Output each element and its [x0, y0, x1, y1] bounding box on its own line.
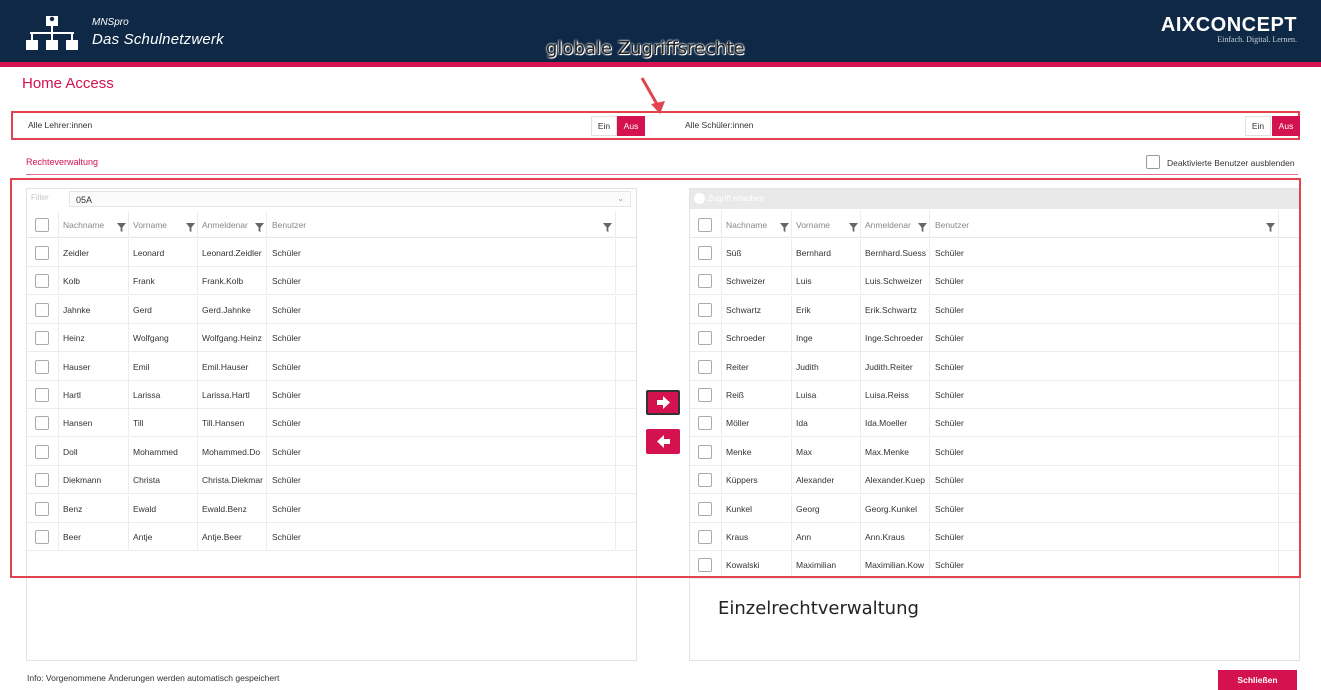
annotation-global-rights: globale Zugriffsrechte: [546, 38, 745, 59]
brand-product: MNSpro: [92, 17, 129, 28]
global-teachers-row: Alle Lehrer:innen Ein Aus: [28, 116, 648, 136]
move-right-button[interactable]: [646, 390, 680, 415]
teachers-on-button[interactable]: Ein: [591, 116, 617, 136]
teachers-label: Alle Lehrer:innen: [28, 120, 93, 130]
tab-rechteverwaltung[interactable]: Rechteverwaltung: [26, 157, 98, 167]
students-off-button[interactable]: Aus: [1272, 116, 1300, 136]
autosave-info: Info: Vorgenommene Änderungen werden aut…: [27, 673, 280, 683]
close-button[interactable]: Schließen: [1218, 670, 1297, 690]
tab-divider: [26, 174, 1298, 175]
network-tree-icon: [26, 16, 78, 50]
hide-disabled-checkbox[interactable]: [1146, 155, 1160, 169]
individual-rights-highlight: [10, 178, 1301, 578]
teachers-off-button[interactable]: Aus: [617, 116, 645, 136]
annotation-arrow-icon: [640, 77, 665, 114]
brand-name: Das Schulnetzwerk: [92, 31, 224, 48]
move-left-button[interactable]: [646, 429, 680, 454]
global-students-row: Alle Schüler:innen Ein Aus: [685, 116, 1300, 136]
annotation-individual-rights: Einzelrechtverwaltung: [718, 598, 919, 619]
page-title: Home Access: [22, 75, 114, 92]
hide-disabled-label: Deaktivierte Benutzer ausblenden: [1167, 158, 1295, 168]
header-accent-stripe: [0, 62, 1321, 67]
arrow-right-icon: [657, 396, 670, 409]
partner-tagline: Einfach. Digital. Lernen.: [1217, 35, 1297, 44]
arrow-left-icon: [657, 435, 670, 448]
students-label: Alle Schüler:innen: [685, 120, 754, 130]
partner-logo: AIXCONCEPT: [1160, 14, 1297, 36]
students-on-button[interactable]: Ein: [1245, 116, 1271, 136]
